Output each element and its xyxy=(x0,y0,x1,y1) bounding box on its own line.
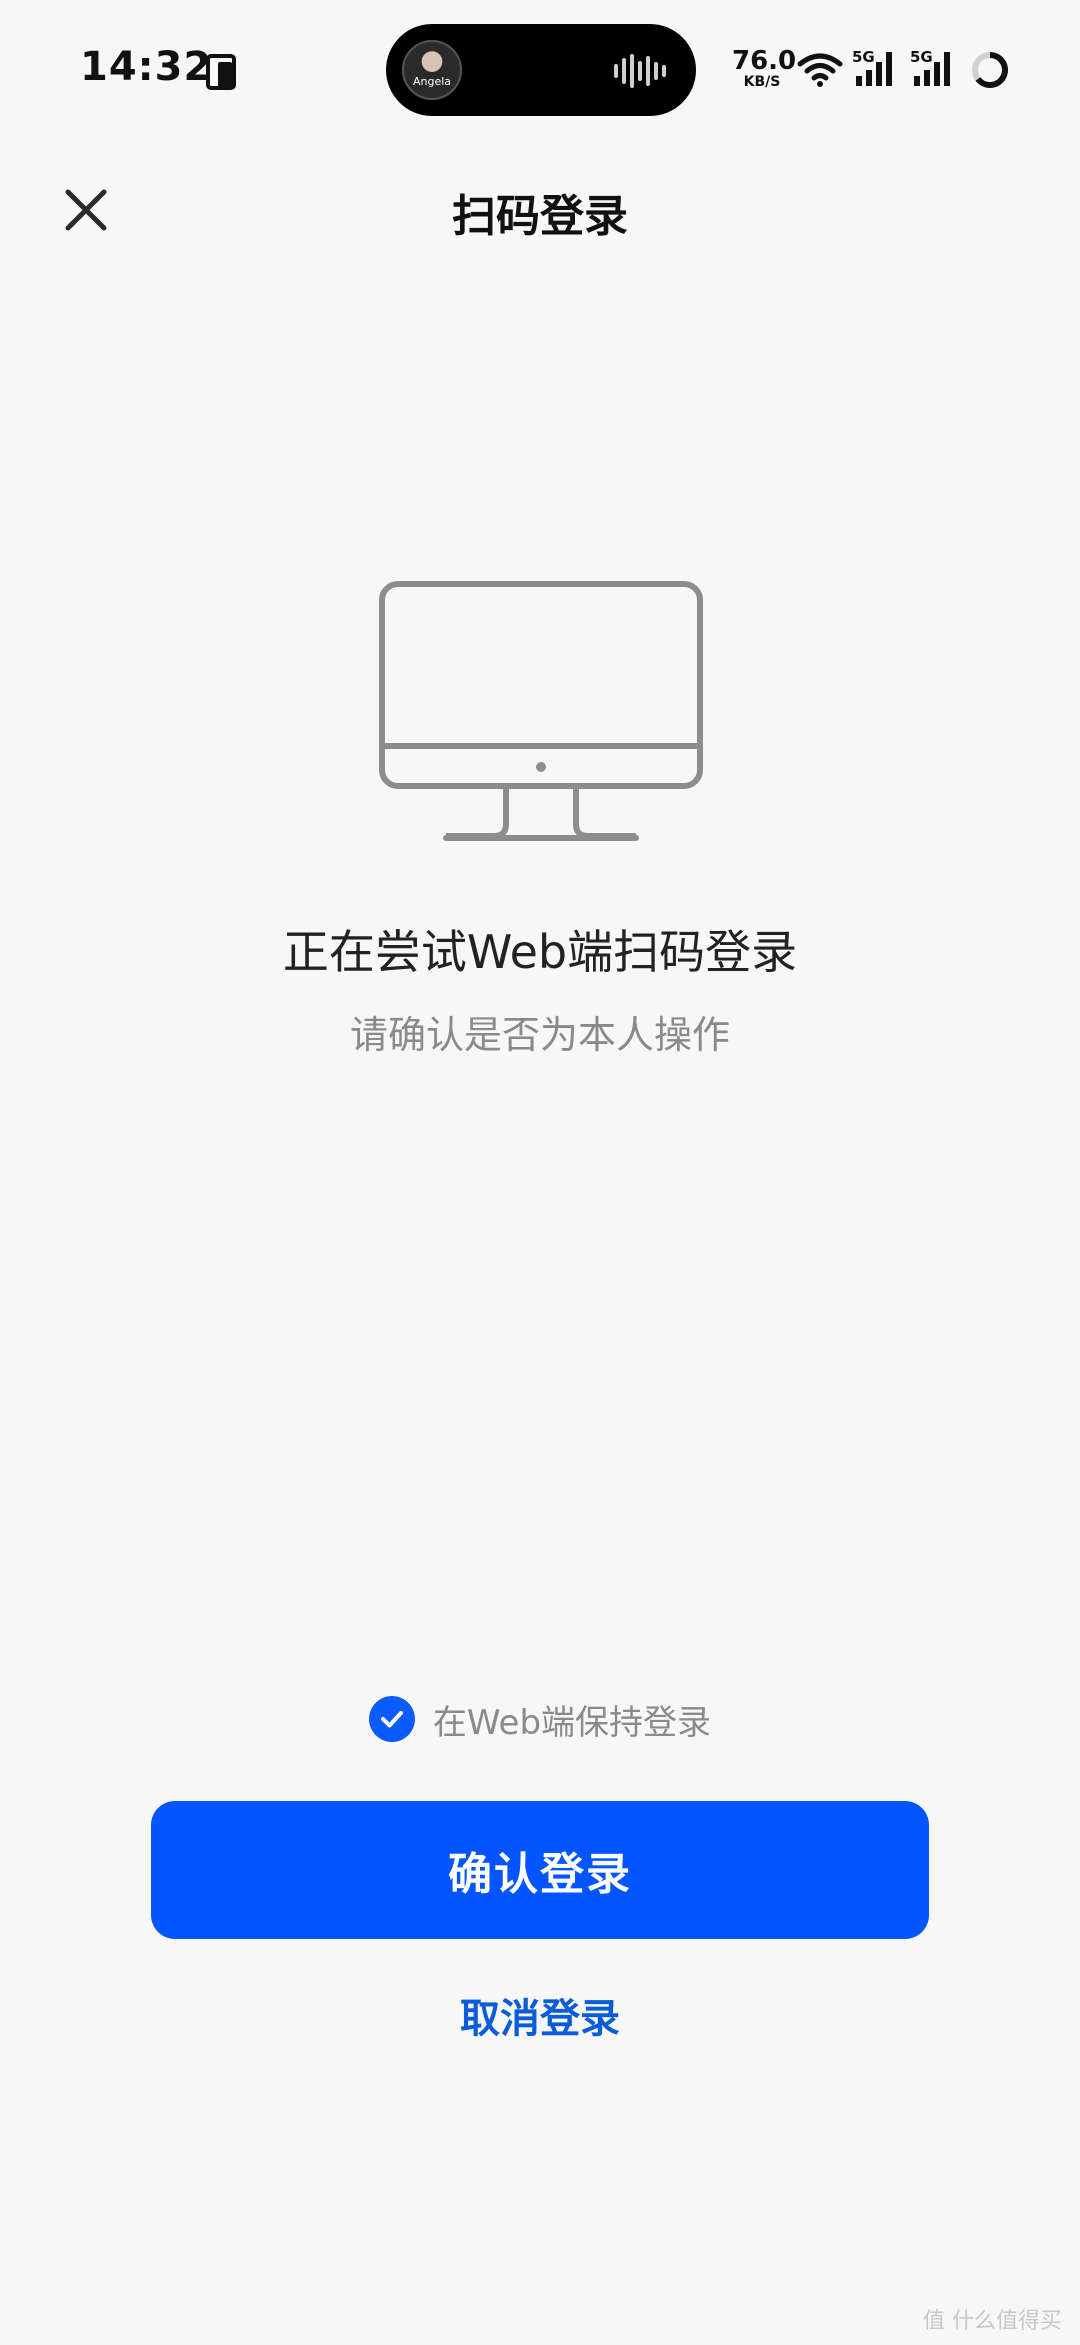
confirm-identity-hint: 请确认是否为本人操作 xyxy=(349,1013,730,1057)
login-attempt-headline: 正在尝试Web端扫码登录 xyxy=(282,925,798,979)
signal-sim2: 5G xyxy=(910,48,958,88)
dynamic-island[interactable]: Angela xyxy=(386,24,696,116)
monitor-icon xyxy=(379,581,703,841)
watermark: 值 什么值得买 xyxy=(923,2309,1062,2334)
audio-wave-icon xyxy=(614,54,666,88)
battery-ring-icon xyxy=(972,52,1008,88)
network-speed: 76.0 KB/S xyxy=(732,46,797,90)
navigation-bar: 扫码登录 xyxy=(0,160,1080,260)
keep-login-checkbox[interactable]: 在Web端保持登录 xyxy=(0,1694,1080,1744)
status-bar: 14:32 Angela 76.0 KB/S 5G 5G xyxy=(0,0,1080,140)
music-cover-avatar: Angela xyxy=(402,40,462,100)
confirm-login-button[interactable]: 确认登录 xyxy=(151,1801,929,1939)
checkbox-checked-icon xyxy=(368,1696,415,1742)
wifi-icon xyxy=(797,53,843,87)
status-time: 14:32 xyxy=(80,44,213,90)
page-title: 扫码登录 xyxy=(452,191,628,242)
network-speed-value: 76.0 xyxy=(732,46,797,76)
network-speed-unit: KB/S xyxy=(743,74,781,90)
phone-mirror-icon xyxy=(206,54,236,90)
signal-sim1: 5G xyxy=(852,48,900,88)
signal-bars-icon xyxy=(914,52,950,86)
signal-bars-icon xyxy=(856,52,892,86)
scan-login-page: 14:32 Angela 76.0 KB/S 5G 5G 扫码登录 正在尝试We… xyxy=(0,0,1080,2345)
keep-login-label: 在Web端保持登录 xyxy=(432,1702,712,1743)
cancel-login-button[interactable]: 取消登录 xyxy=(0,1986,1080,2044)
avatar-label: Angela xyxy=(412,75,452,88)
